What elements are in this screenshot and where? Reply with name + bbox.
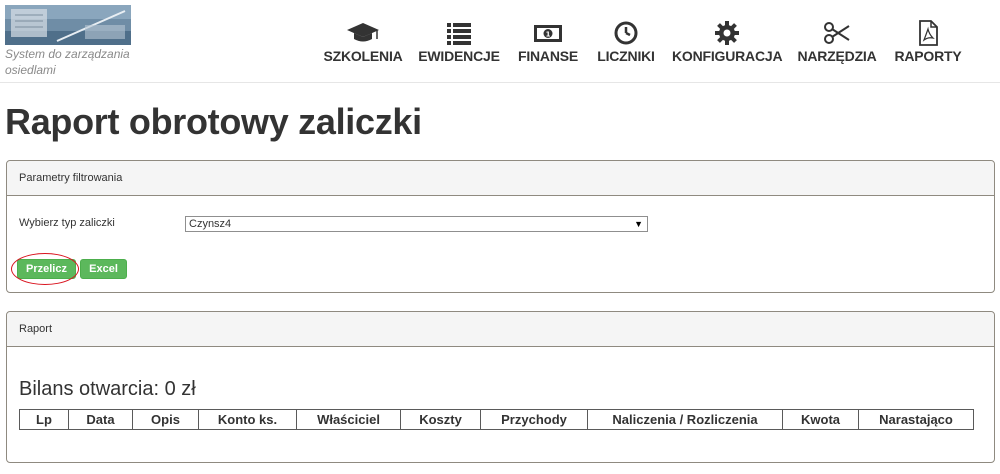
nav-szkolenia[interactable]: SZKOLENIA — [322, 20, 404, 70]
nav-liczniki[interactable]: LICZNIKI — [592, 20, 660, 70]
list-icon — [418, 20, 500, 46]
table-header-row: Lp Data Opis Konto ks. Właściciel Koszty… — [19, 409, 974, 430]
money-icon: 1 — [515, 20, 581, 46]
column-header: Narastająco — [858, 409, 974, 430]
svg-text:1: 1 — [546, 31, 551, 39]
nav-finanse[interactable]: 1 FINANSE — [515, 20, 581, 70]
nav-konfiguracja[interactable]: KONFIGURACJA — [672, 20, 783, 70]
scissors-icon — [796, 20, 878, 46]
graduation-cap-icon — [322, 20, 404, 46]
column-header: Data — [68, 409, 133, 430]
chevron-down-icon: ▼ — [634, 219, 643, 229]
excel-button[interactable]: Excel — [80, 259, 127, 279]
nav-narzedzia[interactable]: NARZĘDZIA — [796, 20, 878, 70]
pdf-file-icon — [892, 20, 964, 46]
gear-icon — [672, 20, 782, 46]
top-header: System do zarządzania osiedlami SZKOLENI… — [0, 0, 1000, 83]
filter-panel: Parametry filtrowania Wybierz typ zalicz… — [6, 160, 995, 293]
nav-label: RAPORTY — [894, 48, 962, 64]
clock-icon — [592, 20, 660, 46]
advance-type-select[interactable]: Czynsz4 ▼ — [185, 216, 648, 232]
advance-type-label: Wybierz typ zaliczki — [19, 217, 115, 229]
report-table: Lp Data Opis Konto ks. Właściciel Koszty… — [19, 409, 974, 430]
nav-label: SZKOLENIA — [323, 48, 403, 64]
filter-panel-heading: Parametry filtrowania — [7, 161, 994, 196]
main-nav: SZKOLENIA EWIDENCJE 1 FINANSE LICZNIKI K… — [0, 20, 1000, 70]
column-header: Koszty — [400, 409, 481, 430]
column-header: Kwota — [782, 409, 859, 430]
nav-label: NARZĘDZIA — [797, 48, 877, 64]
nav-ewidencje[interactable]: EWIDENCJE — [418, 20, 500, 70]
report-panel-heading: Raport — [7, 312, 994, 347]
column-header: Opis — [132, 409, 199, 430]
column-header: Właściciel — [296, 409, 401, 430]
column-header: Lp — [19, 409, 69, 430]
column-header: Przychody — [480, 409, 588, 430]
nav-label: EWIDENCJE — [418, 48, 500, 64]
column-header: Konto ks. — [198, 409, 297, 430]
advance-type-selected-value: Czynsz4 — [189, 218, 232, 230]
report-panel: Raport Bilans otwarcia: 0 zł Lp Data Opi… — [6, 311, 995, 463]
opening-balance: Bilans otwarcia: 0 zł — [19, 378, 196, 400]
nav-raporty[interactable]: RAPORTY — [892, 20, 964, 70]
nav-label: KONFIGURACJA — [672, 48, 783, 64]
column-header: Naliczenia / Rozliczenia — [587, 409, 783, 430]
page-title: Raport obrotowy zaliczki — [5, 101, 422, 142]
recalculate-button[interactable]: Przelicz — [17, 259, 76, 279]
nav-label: LICZNIKI — [597, 48, 655, 64]
nav-label: FINANSE — [517, 48, 579, 64]
